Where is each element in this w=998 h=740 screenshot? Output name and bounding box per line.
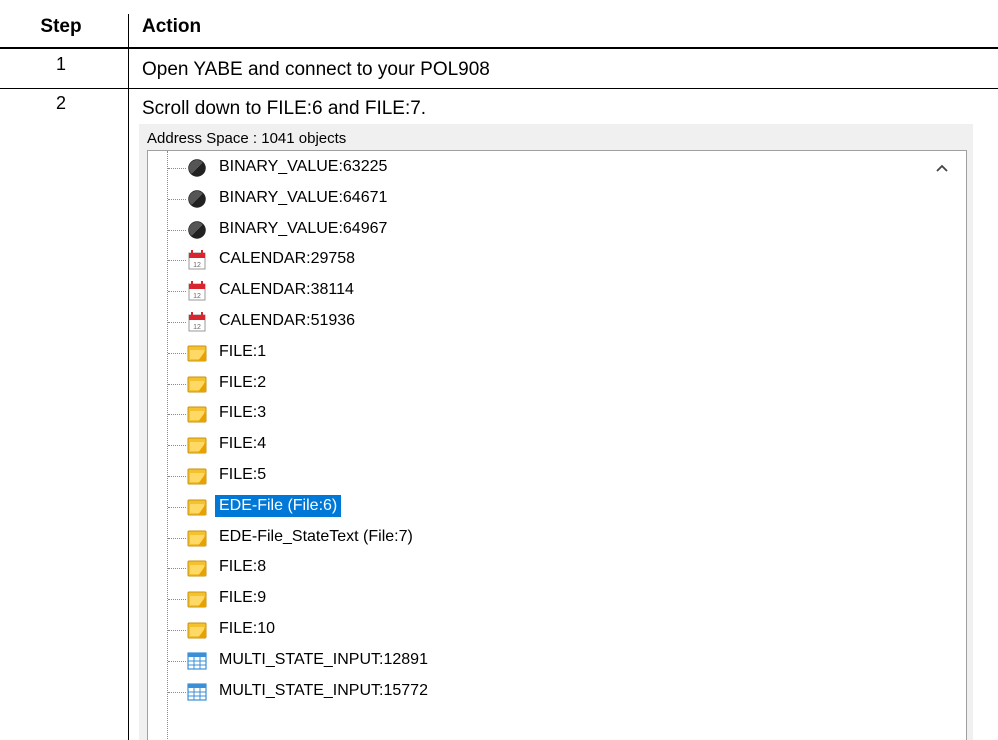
tree-item[interactable]: FILE:5 <box>148 463 966 489</box>
tree-item-label: MULTI_STATE_INPUT:12891 <box>219 650 428 668</box>
tree-branch-line <box>168 198 186 200</box>
tree-item-label: BINARY_VALUE:64671 <box>219 188 388 206</box>
tree-branch-line <box>168 352 186 354</box>
tree-item[interactable]: FILE:2 <box>148 371 966 397</box>
calendar-icon: 12 <box>188 250 206 270</box>
tree-branch-line <box>168 383 186 385</box>
table-header-action: Action <box>142 16 202 37</box>
step-action-2: Scroll down to FILE:6 and FILE:7. <box>142 98 427 119</box>
svg-text:12: 12 <box>193 262 201 269</box>
tree-item[interactable]: FILE:8 <box>148 555 966 581</box>
tree-branch-line <box>168 291 186 293</box>
tree-item-label: FILE:10 <box>219 620 276 637</box>
tree-item-label: FILE:1 <box>219 342 267 360</box>
tree-item[interactable]: FILE:9 <box>148 586 966 612</box>
tree-item-label: CALENDAR:29758 <box>219 250 356 268</box>
tree-item[interactable]: BINARY_VALUE:64671 <box>148 186 966 212</box>
tree-item[interactable]: FILE:1 <box>148 340 966 366</box>
file-icon <box>187 591 207 608</box>
tree-branch-line <box>168 691 186 693</box>
tree-item-label: MULTI_STATE_INPUT:15772 <box>219 681 428 699</box>
tree-branch-line <box>168 630 186 631</box>
file-icon <box>187 406 207 423</box>
svg-text:12: 12 <box>193 293 201 300</box>
step-number-1: 1 <box>55 54 66 74</box>
table-header-step: Step <box>40 16 82 37</box>
column-divider <box>128 14 129 740</box>
tree-item-label: CALENDAR:38114 <box>219 281 354 299</box>
tree-item[interactable]: BINARY_VALUE:63225 <box>148 155 966 181</box>
tree-item[interactable]: MULTI_STATE_INPUT:15772 <box>148 679 966 705</box>
tree-branch-line <box>168 414 186 416</box>
tree-branch-line <box>168 260 186 262</box>
tree-item[interactable]: BINARY_VALUE:64967 <box>148 217 966 243</box>
tree-item-label: CALENDAR:51936 <box>219 312 356 329</box>
tree-item-label: FILE:8 <box>219 558 267 576</box>
step-number-2: 2 <box>55 93 66 113</box>
row-rule <box>0 88 998 89</box>
header-rule <box>0 47 998 49</box>
file-icon <box>187 468 207 485</box>
tree-item-label: FILE:2 <box>219 373 267 391</box>
file-icon <box>187 622 207 639</box>
file-icon <box>187 560 207 577</box>
tree-item-label: FILE:4 <box>219 435 267 453</box>
tree-branch-line <box>168 599 186 601</box>
tree-branch-line <box>168 445 186 447</box>
file-icon <box>187 530 207 547</box>
file-icon <box>187 499 207 516</box>
binary-value-icon <box>188 190 206 208</box>
tree-branch-line <box>168 168 186 169</box>
tree-item-label: BINARY_VALUE:64967 <box>219 219 388 237</box>
tree-branch-line <box>168 229 186 231</box>
tree-item[interactable]: FILE:10 <box>148 617 966 643</box>
tree-item[interactable]: 12 CALENDAR:51936 <box>148 309 966 335</box>
calendar-icon: 12 <box>188 281 206 301</box>
tree-branch-line <box>168 537 186 539</box>
tree-item-label: FILE:3 <box>219 404 267 422</box>
multi-state-input-icon <box>187 682 207 701</box>
binary-value-icon <box>188 159 206 177</box>
tree-item-label: EDE-File (File:6) <box>215 494 342 517</box>
address-space-panel: Address Space : 1041 objects BINARY_VALU… <box>139 124 973 740</box>
tree-branch-line <box>168 322 186 323</box>
tree-item[interactable]: EDE-File_StateText (File:7) <box>148 525 966 551</box>
tree-branch-line <box>168 476 186 477</box>
file-icon <box>187 437 207 454</box>
tree-branch-line <box>168 660 186 662</box>
address-space-title: Address Space : 1041 objects <box>147 130 347 147</box>
file-icon <box>187 345 207 362</box>
tree-item-label: EDE-File_StateText (File:7) <box>219 527 413 545</box>
tree-item[interactable]: 12 CALENDAR:29758 <box>148 247 966 273</box>
svg-text:12: 12 <box>193 324 201 331</box>
tree-item[interactable]: FILE:4 <box>148 432 966 458</box>
tree-item-label: FILE:9 <box>219 589 267 607</box>
tree-item-label: FILE:5 <box>219 466 267 483</box>
tree-branch-line <box>168 568 186 570</box>
tree-item[interactable]: 12 CALENDAR:38114 <box>148 278 966 304</box>
binary-value-icon <box>188 220 206 239</box>
calendar-icon: 12 <box>188 312 206 332</box>
multi-state-input-icon <box>187 652 207 670</box>
tree-branch-line <box>168 506 186 508</box>
object-tree[interactable]: BINARY_VALUE:63225 BINARY_VALUE:64671 BINA… <box>147 150 967 740</box>
tree-item[interactable]: FILE:3 <box>148 401 966 427</box>
tree-item-label: BINARY_VALUE:63225 <box>219 158 388 175</box>
tree-item[interactable]: EDE-File (File:6) <box>148 494 966 520</box>
file-icon <box>187 376 207 393</box>
step-action-1: Open YABE and connect to your POL908 <box>142 59 490 80</box>
tree-item[interactable]: MULTI_STATE_INPUT:12891 <box>148 648 966 674</box>
